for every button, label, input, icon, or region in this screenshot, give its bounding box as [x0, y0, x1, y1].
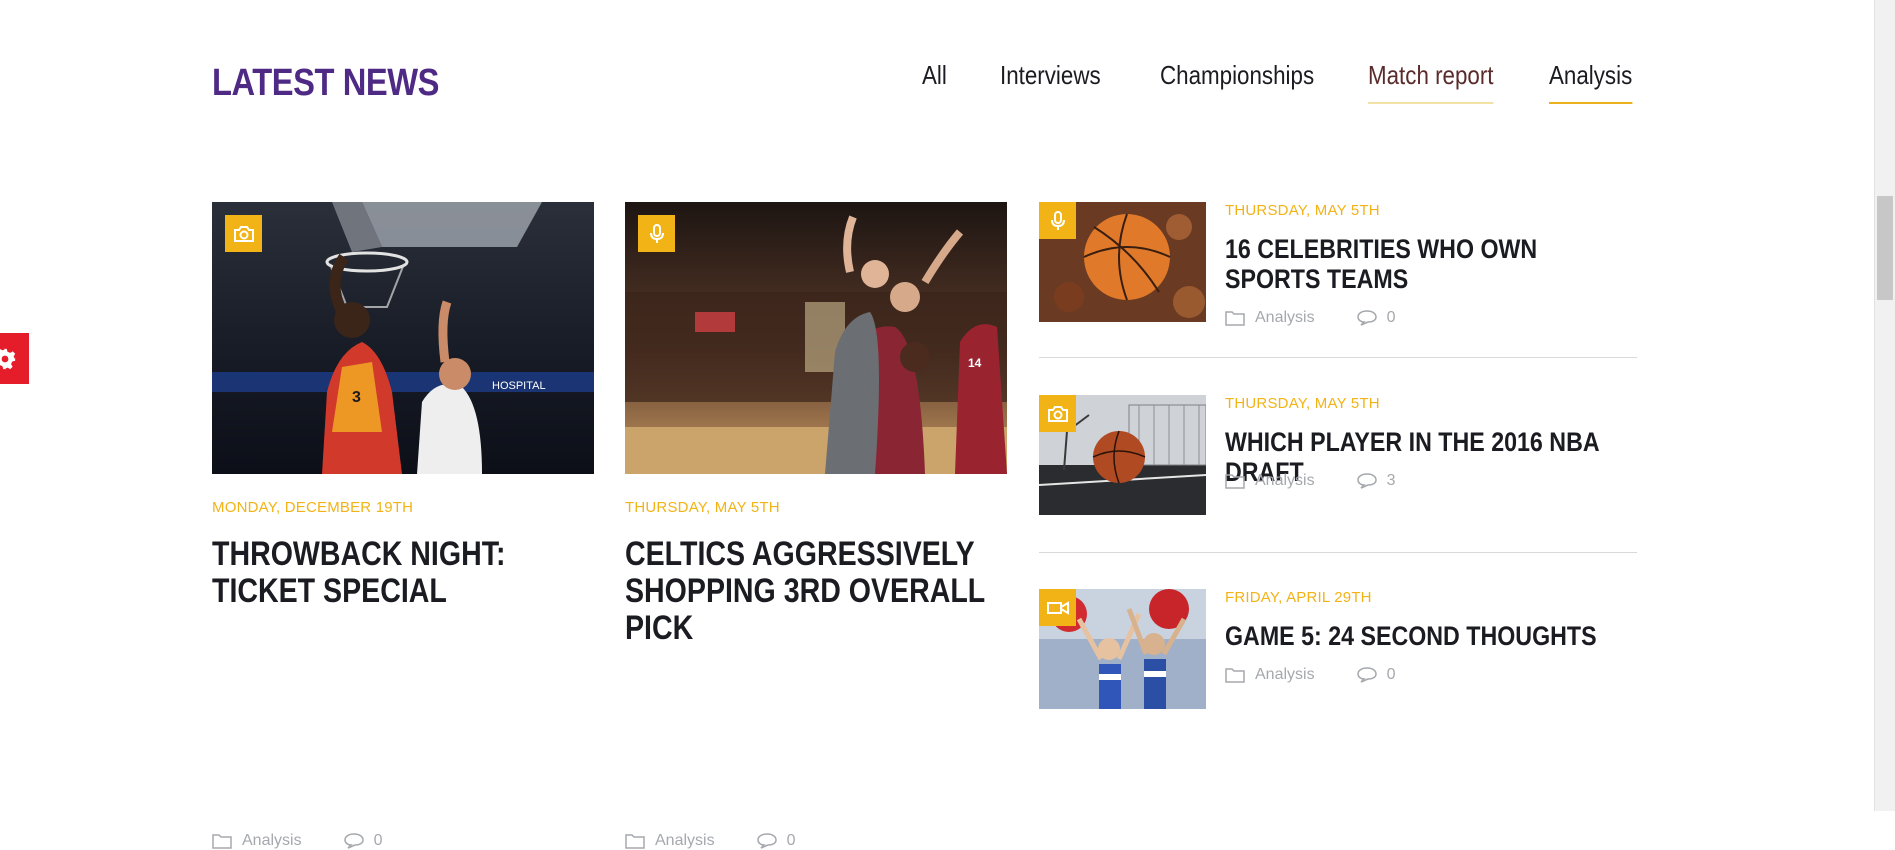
filter-tabs: All Interviews Championships Match repor… [0, 60, 1875, 110]
side-list-item: THURSDAY, MAY 5TH WHICH PLAYER IN THE 20… [1039, 395, 1637, 515]
camera-icon [1039, 395, 1076, 432]
basketball-dunk-photo: HOSPITAL 3 [212, 202, 594, 474]
folder-icon [1225, 311, 1245, 326]
post-meta: Analysis 0 [1225, 666, 1395, 684]
post-title[interactable]: GAME 5: 24 SECOND THOUGHTS [1225, 621, 1638, 651]
comment-icon [756, 833, 777, 849]
category-link[interactable]: Analysis [1255, 666, 1315, 684]
scrollbar-thumb[interactable] [1877, 196, 1893, 300]
svg-text:14: 14 [968, 356, 982, 370]
tab-analysis[interactable]: Analysis [1549, 60, 1633, 104]
folder-icon [212, 834, 232, 849]
comments-count[interactable]: 0 [1356, 309, 1396, 327]
tab-interviews[interactable]: Interviews [1000, 60, 1101, 104]
gear-icon [0, 348, 16, 369]
tab-championships[interactable]: Championships [1160, 60, 1314, 104]
tab-match-report[interactable]: Match report [1368, 60, 1494, 104]
folder-icon [1225, 668, 1245, 683]
comments-count[interactable]: 0 [1356, 666, 1396, 684]
post-meta: Analysis 0 [1225, 309, 1395, 327]
post-date: THURSDAY, MAY 5TH [625, 499, 780, 516]
post-date: FRIDAY, APRIL 29TH [1225, 589, 1372, 606]
side-item-image[interactable] [1039, 589, 1206, 709]
comment-icon [343, 833, 364, 849]
news-card-image[interactable]: HOSPITAL 3 [212, 202, 594, 474]
post-meta: Analysis 3 [1225, 472, 1395, 490]
camera-icon [225, 215, 262, 252]
side-list-item: FRIDAY, APRIL 29TH GAME 5: 24 SECOND THO… [1039, 589, 1637, 709]
divider [1039, 357, 1637, 358]
comment-icon [1356, 667, 1377, 683]
comments-count[interactable]: 0 [343, 832, 383, 850]
post-date: THURSDAY, MAY 5TH [1225, 395, 1380, 412]
tab-label: Interviews [1000, 60, 1101, 90]
divider [1039, 552, 1637, 553]
post-title[interactable]: CELTICS AGGRESSIVELY SHOPPING 3RD OVERAL… [625, 536, 995, 647]
basketball-drive-photo: 14 [625, 202, 1007, 474]
tab-all[interactable]: All [922, 60, 947, 104]
comments-count[interactable]: 0 [756, 832, 796, 850]
svg-text:3: 3 [352, 389, 361, 406]
microphone-icon [1039, 202, 1076, 239]
post-meta: Analysis 0 [212, 832, 382, 850]
news-card-image[interactable]: 14 [625, 202, 1007, 474]
comment-icon [1356, 473, 1377, 489]
comments-value: 0 [786, 832, 796, 849]
category-link[interactable]: Analysis [242, 832, 302, 850]
folder-icon [1225, 474, 1245, 489]
side-list-item: THURSDAY, MAY 5TH 16 CELEBRITIES WHO OWN… [1039, 202, 1637, 342]
svg-text:HOSPITAL: HOSPITAL [492, 380, 546, 392]
side-item-image[interactable] [1039, 395, 1206, 515]
category-link[interactable]: Analysis [1255, 472, 1315, 490]
page-scrollbar[interactable] [1874, 0, 1895, 811]
post-title[interactable]: THROWBACK NIGHT: TICKET SPECIAL [212, 536, 582, 610]
tab-label: Analysis [1549, 60, 1633, 90]
microphone-icon [638, 215, 675, 252]
post-date: MONDAY, DECEMBER 19TH [212, 499, 414, 516]
comments-count[interactable]: 3 [1356, 472, 1396, 490]
news-card: HOSPITAL 3 MONDAY, DECEMBER 19TH THROWBA… [212, 202, 594, 849]
tab-label: Championships [1160, 60, 1315, 90]
post-meta: Analysis 0 [625, 832, 795, 850]
folder-icon [625, 834, 645, 849]
comments-value: 3 [1386, 472, 1396, 489]
news-card: 14 THURSDAY, MAY 5TH CELTICS AGGRESSIVEL… [625, 202, 1007, 849]
settings-button[interactable] [0, 333, 29, 384]
video-camera-icon [1039, 589, 1076, 626]
comments-value: 0 [1386, 309, 1396, 326]
comments-value: 0 [1386, 666, 1396, 683]
post-date: THURSDAY, MAY 5TH [1225, 202, 1380, 219]
tab-label: Match report [1368, 60, 1494, 90]
category-link[interactable]: Analysis [655, 832, 715, 850]
category-link[interactable]: Analysis [1255, 309, 1315, 327]
post-title[interactable]: 16 CELEBRITIES WHO OWN SPORTS TEAMS [1225, 234, 1638, 294]
side-item-image[interactable] [1039, 202, 1206, 322]
latest-news-section: LATEST NEWS All Interviews Championships… [0, 0, 1875, 849]
tab-label: All [922, 60, 947, 90]
comments-value: 0 [373, 832, 383, 849]
comment-icon [1356, 310, 1377, 326]
